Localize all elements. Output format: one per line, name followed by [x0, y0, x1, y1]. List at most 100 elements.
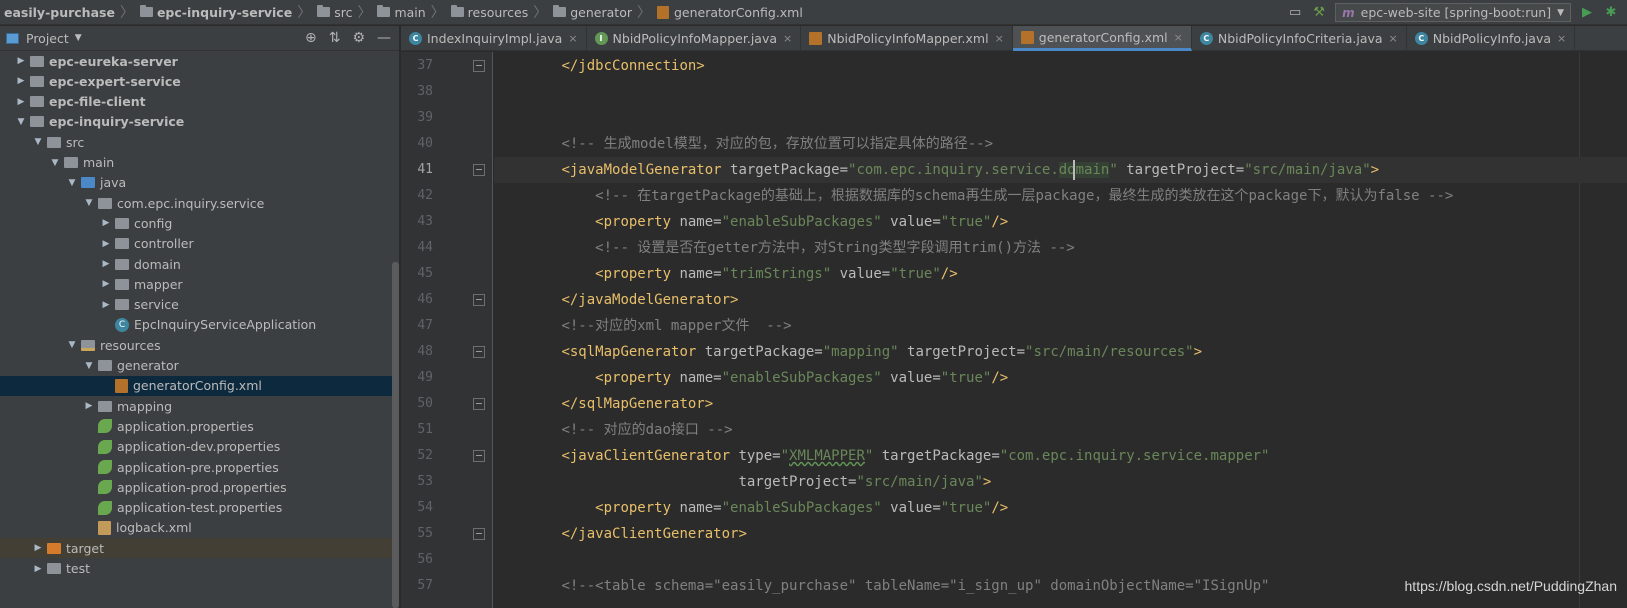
- code-line[interactable]: </javaModelGenerator>: [494, 287, 1627, 313]
- tree-node[interactable]: ▼ java: [0, 173, 398, 193]
- tree-node[interactable]: ▶ config: [0, 213, 398, 233]
- code-line[interactable]: <javaClientGenerator type="XMLMAPPER" ta…: [494, 443, 1627, 469]
- hide-panel-icon[interactable]: —: [377, 30, 391, 46]
- collapsed-arrow-icon[interactable]: ▶: [99, 239, 113, 249]
- breadcrumb-item[interactable]: resources: [447, 5, 532, 20]
- close-icon[interactable]: ×: [1557, 32, 1566, 45]
- project-panel-title[interactable]: Project: [26, 31, 69, 46]
- code-line[interactable]: <property name="enableSubPackages" value…: [494, 365, 1627, 391]
- code-line[interactable]: [494, 105, 1627, 131]
- tree-node[interactable]: application-prod.properties: [0, 477, 398, 497]
- editor-tab[interactable]: I NbidPolicyInfoMapper.java ×: [587, 26, 802, 51]
- close-icon[interactable]: ×: [568, 32, 577, 45]
- code-line[interactable]: <!--对应的xml mapper文件 -->: [494, 313, 1627, 339]
- tree-node[interactable]: ▶ epc-eureka-server: [0, 51, 398, 71]
- code-line[interactable]: [494, 547, 1627, 573]
- editor-tab[interactable]: C NbidPolicyInfo.java ×: [1407, 26, 1576, 51]
- close-icon[interactable]: ×: [783, 32, 792, 45]
- collapsed-arrow-icon[interactable]: ▶: [14, 56, 28, 66]
- code-editor[interactable]: 37 38 39 40 41 42 43 44 45 46 47 48 49 50 51 52 53 54 55 56…: [401, 52, 1627, 608]
- expanded-arrow-icon[interactable]: ▼: [82, 361, 96, 371]
- collapsed-arrow-icon[interactable]: ▶: [14, 76, 28, 86]
- expanded-arrow-icon[interactable]: ▼: [48, 158, 62, 168]
- collapsed-arrow-icon[interactable]: ▶: [31, 564, 45, 574]
- collapsed-arrow-icon[interactable]: ▶: [99, 279, 113, 289]
- tree-node[interactable]: ▶ controller: [0, 234, 398, 254]
- tree-node[interactable]: application-test.properties: [0, 498, 398, 518]
- collapsed-arrow-icon[interactable]: ▶: [99, 300, 113, 310]
- tree-node[interactable]: ▶ domain: [0, 254, 398, 274]
- code-line[interactable]: <property name="trimStrings" value="true…: [494, 261, 1627, 287]
- code-line[interactable]: <property name="enableSubPackages" value…: [494, 495, 1627, 521]
- run-configuration-select[interactable]: m epc-web-site [spring-boot:run] ▼: [1335, 3, 1571, 22]
- expanded-arrow-icon[interactable]: ▼: [65, 178, 79, 188]
- tree-node[interactable]: ▶ epc-file-client: [0, 92, 398, 112]
- fold-marker-icon[interactable]: [473, 294, 485, 306]
- code-line[interactable]: <!-- 设置是否在getter方法中，对String类型字段调用trim()方…: [494, 235, 1627, 261]
- fold-marker-icon[interactable]: [473, 398, 485, 410]
- fold-marker-icon[interactable]: [473, 60, 485, 72]
- tree-node[interactable]: ▼ generator: [0, 356, 398, 376]
- fold-marker-icon[interactable]: [473, 528, 485, 540]
- fold-marker-icon[interactable]: [473, 164, 485, 176]
- tree-node[interactable]: ▶ mapping: [0, 396, 398, 416]
- breadcrumb-item[interactable]: src: [313, 5, 355, 20]
- tree-node[interactable]: C EpcInquiryServiceApplication: [0, 315, 398, 335]
- collapsed-arrow-icon[interactable]: ▶: [31, 543, 45, 553]
- editor-tab[interactable]: generatorConfig.xml ×: [1012, 26, 1192, 51]
- code-line[interactable]: </javaClientGenerator>: [494, 521, 1627, 547]
- scrollbar-thumb[interactable]: [392, 262, 399, 608]
- tree-node[interactable]: ▶ test: [0, 559, 398, 579]
- code-area[interactable]: </jdbcConnection> <!-- 生成model模型，对应的包，存放…: [494, 52, 1627, 608]
- code-line[interactable]: </sqlMapGenerator>: [494, 391, 1627, 417]
- tree-node[interactable]: application.properties: [0, 416, 398, 436]
- code-line[interactable]: </jdbcConnection>: [494, 53, 1627, 79]
- tree-node[interactable]: ▼ main: [0, 153, 398, 173]
- code-line[interactable]: <!-- 生成model模型，对应的包，存放位置可以指定具体的路径-->: [494, 131, 1627, 157]
- fold-marker-icon[interactable]: [473, 450, 485, 462]
- breadcrumb-item[interactable]: generatorConfig.xml: [653, 5, 806, 20]
- tree-node[interactable]: logback.xml: [0, 518, 398, 538]
- breadcrumb-item[interactable]: easily-purchase: [0, 5, 118, 20]
- code-line[interactable]: <sqlMapGenerator targetPackage="mapping"…: [494, 339, 1627, 365]
- tree-node[interactable]: ▼ resources: [0, 335, 398, 355]
- expanded-arrow-icon[interactable]: ▼: [31, 137, 45, 147]
- editor-tab[interactable]: NbidPolicyInfoMapper.xml ×: [801, 26, 1013, 51]
- run-icon[interactable]: ▶: [1579, 5, 1595, 21]
- close-icon[interactable]: ×: [995, 32, 1004, 45]
- collapsed-arrow-icon[interactable]: ▶: [99, 259, 113, 269]
- expanded-arrow-icon[interactable]: ▼: [14, 117, 28, 127]
- breadcrumb-item[interactable]: epc-inquiry-service: [136, 5, 295, 20]
- expanded-arrow-icon[interactable]: ▼: [65, 340, 79, 350]
- collapsed-arrow-icon[interactable]: ▶: [82, 401, 96, 411]
- code-line[interactable]: targetProject="src/main/java">: [494, 469, 1627, 495]
- collapse-all-icon[interactable]: ⇅: [329, 30, 341, 46]
- tree-node[interactable]: application-dev.properties: [0, 437, 398, 457]
- tree-node[interactable]: ▶ mapper: [0, 274, 398, 294]
- editor-tab[interactable]: C IndexInquiryImpl.java ×: [401, 26, 587, 51]
- breadcrumb-item[interactable]: generator: [549, 5, 635, 20]
- code-line[interactable]: <!-- 对应的dao接口 -->: [494, 417, 1627, 443]
- tree-node[interactable]: ▶ service: [0, 295, 398, 315]
- fold-marker-icon[interactable]: [473, 346, 485, 358]
- tree-node[interactable]: generatorConfig.xml: [0, 375, 398, 396]
- tree-node[interactable]: ▼ com.epc.inquiry.service: [0, 193, 398, 213]
- tree-node[interactable]: ▼ epc-inquiry-service: [0, 112, 398, 132]
- chevron-down-icon[interactable]: ▼: [75, 33, 82, 43]
- close-icon[interactable]: ×: [1389, 32, 1398, 45]
- code-line[interactable]: <!-- 在targetPackage的基础上，根据数据库的schema再生成一…: [494, 183, 1627, 209]
- tree-node[interactable]: application-pre.properties: [0, 457, 398, 477]
- gear-icon[interactable]: ⚙: [352, 30, 365, 46]
- expanded-arrow-icon[interactable]: ▼: [82, 198, 96, 208]
- code-line[interactable]: [494, 79, 1627, 105]
- collapsed-arrow-icon[interactable]: ▶: [99, 218, 113, 228]
- debug-icon[interactable]: ✱: [1603, 5, 1619, 21]
- build-hammer-icon[interactable]: ⚒: [1311, 5, 1327, 21]
- code-line[interactable]: <property name="enableSubPackages" value…: [494, 209, 1627, 235]
- locate-file-icon[interactable]: ⊕: [305, 30, 317, 46]
- project-structure-icon[interactable]: ▭: [1287, 5, 1303, 21]
- tree-node[interactable]: ▶ epc-expert-service: [0, 71, 398, 91]
- close-icon[interactable]: ×: [1174, 31, 1183, 44]
- tree-node[interactable]: ▼ src: [0, 132, 398, 152]
- editor-tab[interactable]: C NbidPolicyInfoCriteria.java ×: [1192, 26, 1407, 51]
